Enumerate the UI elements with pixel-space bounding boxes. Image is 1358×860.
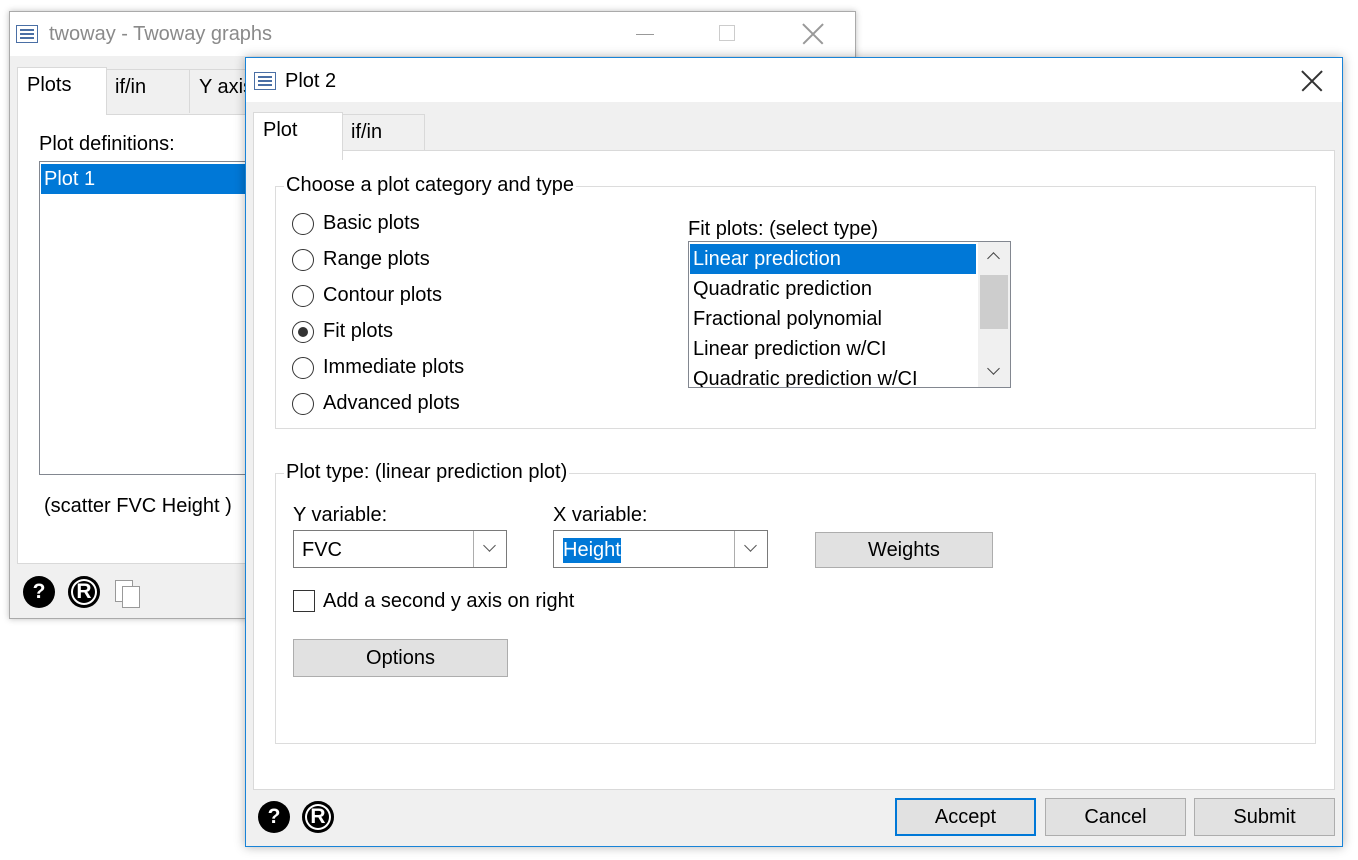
list-item[interactable]: Fractional polynomial [690,304,976,334]
category-group: Choose a plot category and type Basic pl… [275,174,1316,429]
cancel-button[interactable]: Cancel [1045,798,1186,836]
plots-panel: Plot definitions: Plot 1 (scatter FVC He… [17,114,279,564]
x-variable-value: Height [563,538,621,563]
scroll-down-icon[interactable] [978,357,1010,387]
close-icon[interactable] [801,22,825,46]
scroll-thumb[interactable] [980,275,1008,329]
plot-panel: Choose a plot category and type Basic pl… [253,150,1335,790]
reset-icon[interactable]: R [302,801,334,833]
radio-label: Contour plots [323,284,442,306]
plot2-title: Plot 2 [285,70,337,92]
help-icon[interactable]: ? [258,801,290,833]
list-item[interactable]: Linear prediction w/CI [690,334,976,364]
plot-type-group-legend: Plot type: (linear prediction plot) [284,461,570,484]
radio-button[interactable] [292,357,314,379]
radio-label: Range plots [323,248,430,270]
x-variable-combo[interactable]: Height [553,530,768,568]
scroll-up-icon[interactable] [978,242,1010,272]
reset-icon[interactable]: R [68,576,100,608]
close-icon[interactable] [1300,69,1324,93]
fit-plot-list[interactable]: Linear prediction Quadratic prediction F… [688,241,1011,388]
plot-type-group: Plot type: (linear prediction plot) Y va… [275,461,1316,744]
minimize-icon[interactable] [636,34,654,35]
list-item[interactable]: Linear prediction [690,244,976,274]
y-variable-combo[interactable]: FVC [293,530,507,568]
second-axis-checkbox[interactable] [293,590,315,612]
radio-button[interactable] [292,249,314,271]
chevron-down-icon[interactable] [734,531,767,567]
tab-plots[interactable]: Plots [17,67,107,115]
command-preview: (scatter FVC Height ) [44,495,232,517]
maximize-icon[interactable] [719,25,735,41]
plot-definitions-label: Plot definitions: [39,133,175,155]
fit-list-label: Fit plots: (select type) [688,218,879,240]
tab-if-in[interactable]: if/in [105,69,191,113]
copy-icon[interactable] [113,578,143,608]
submit-button[interactable]: Submit [1194,798,1335,836]
chevron-down-icon[interactable] [473,531,506,567]
radio-label: Basic plots [323,212,420,234]
tab-plot[interactable]: Plot [253,112,343,160]
plot2-titlebar[interactable]: Plot 2 [246,58,1342,102]
radio-button[interactable] [292,213,314,235]
list-item[interactable]: Plot 1 [41,164,279,194]
weights-button[interactable]: Weights [815,532,993,568]
list-item[interactable]: Quadratic prediction [690,274,976,304]
dialog-app-icon [16,25,38,43]
radio-button[interactable] [292,393,314,415]
dialog-app-icon [254,72,276,90]
radio-label: Advanced plots [323,392,460,414]
radio-button[interactable] [292,321,314,343]
help-icon[interactable]: ? [23,576,55,608]
list-item[interactable]: Quadratic prediction w/CI [690,364,976,387]
radio-label: Immediate plots [323,356,465,378]
plot-definitions-list[interactable]: Plot 1 [39,161,279,475]
twoway-titlebar[interactable]: twoway - Twoway graphs [10,12,855,56]
x-variable-label: X variable: [553,504,648,526]
plot2-window: Plot 2 Plot if/in Choose a plot category… [245,57,1343,847]
accept-button[interactable]: Accept [895,798,1036,836]
twoway-title: twoway - Twoway graphs [49,23,273,45]
second-axis-label[interactable]: Add a second y axis on right [323,590,574,613]
y-variable-value: FVC [302,539,342,561]
radio-label: Fit plots [323,320,394,342]
category-group-legend: Choose a plot category and type [284,174,576,197]
y-variable-label: Y variable: [293,504,388,526]
options-button[interactable]: Options [293,639,508,677]
radio-button[interactable] [292,285,314,307]
list-scrollbar[interactable] [978,242,1010,387]
